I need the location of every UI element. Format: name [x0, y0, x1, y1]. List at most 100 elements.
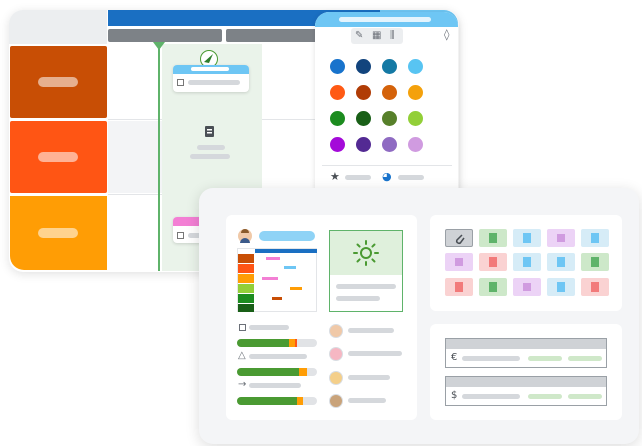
cost-table-2: $ [445, 376, 607, 406]
metric-2-label [249, 354, 307, 359]
task-card-1-checkbox[interactable] [177, 79, 184, 86]
cost-table-1-header [446, 339, 606, 349]
pie-chart-icon[interactable]: ◕ [382, 171, 392, 182]
paint-bucket-icon[interactable]: ✎ [355, 31, 363, 41]
swatch-indigo[interactable] [356, 137, 371, 152]
progress-bar-2 [237, 368, 317, 376]
task-card-1[interactable] [173, 65, 249, 92]
row-label-1[interactable] [10, 46, 107, 118]
swatch-lime[interactable] [408, 111, 423, 126]
cost-1-label [462, 356, 520, 361]
drop-icon[interactable]: ◊ [444, 29, 449, 40]
palette-footer-divider [322, 165, 452, 166]
file-tile-blue-1[interactable] [513, 229, 541, 247]
swatch-amber[interactable] [408, 85, 423, 100]
user-avatar [238, 229, 252, 243]
mini-gantt-header [255, 249, 317, 253]
cost-2-value-b [568, 394, 602, 399]
swatch-forest[interactable] [356, 111, 371, 126]
triangle-marker-icon[interactable] [153, 42, 165, 50]
row-label-3[interactable] [10, 196, 107, 270]
mini-gantt-row-5 [238, 294, 254, 303]
arrow-icon: → [238, 379, 247, 390]
progress-bar-2-orange [299, 368, 307, 376]
swatch-blue[interactable] [330, 59, 345, 74]
star-label-placeholder [345, 175, 371, 180]
file-tile-purple-1[interactable] [547, 229, 575, 247]
file-tile-red-2[interactable] [445, 278, 473, 296]
member-avatar-4 [329, 394, 343, 408]
cost-table-1: € [445, 338, 607, 368]
today-line [158, 44, 160, 271]
row-2-tint [108, 121, 162, 193]
mini-gantt-row-2 [238, 264, 254, 273]
file-tile-green-1[interactable] [479, 229, 507, 247]
paperclip-icon [455, 234, 465, 245]
weather-line-1 [336, 284, 396, 289]
file-tile-red-3[interactable] [581, 278, 609, 296]
mini-gantt-task-5 [272, 297, 282, 300]
swatch-sky[interactable] [408, 59, 423, 74]
mini-gantt-row-3 [238, 274, 254, 283]
swatch-lilac[interactable] [408, 137, 423, 152]
mini-gantt-task-2 [284, 266, 296, 269]
file-tile-green-3[interactable] [479, 278, 507, 296]
file-tile-blue-5[interactable] [547, 278, 575, 296]
weather-widget[interactable] [329, 230, 403, 312]
swatch-burnt[interactable] [382, 85, 397, 100]
file-icon [557, 257, 565, 267]
swatch-navy[interactable] [356, 59, 371, 74]
task-card-3-checkbox[interactable] [177, 232, 184, 239]
cost-2-label [462, 394, 520, 399]
swatch-lavender[interactable] [382, 137, 397, 152]
timeline-period-1[interactable] [108, 29, 222, 42]
euro-icon: € [451, 352, 458, 363]
file-tile-green-2[interactable] [581, 253, 609, 271]
row-label-1-text-placeholder [38, 77, 78, 87]
qr-code-icon[interactable]: ▦ [372, 31, 381, 41]
file-tile-red-1[interactable] [479, 253, 507, 271]
timeline-period-2[interactable] [226, 29, 326, 42]
member-avatar-1 [329, 324, 343, 338]
mini-gantt-row-1 [238, 254, 254, 263]
file-icon [523, 257, 531, 267]
weather-line-2 [336, 296, 380, 301]
swatch-orange[interactable] [330, 85, 345, 100]
file-icon [557, 234, 565, 242]
file-tile-blue-2[interactable] [581, 229, 609, 247]
star-icon[interactable]: ★ [330, 171, 340, 182]
row-label-2[interactable] [10, 121, 107, 193]
file-icon [489, 257, 497, 267]
swatch-teal[interactable] [382, 59, 397, 74]
swatch-violet[interactable] [330, 137, 345, 152]
mini-gantt-thumbnail[interactable] [237, 248, 317, 312]
swatch-olive[interactable] [382, 111, 397, 126]
member-4-name [348, 398, 386, 403]
file-tile-purple-3[interactable] [513, 278, 541, 296]
mini-gantt-row-6 [238, 304, 254, 312]
checklist-icon [239, 324, 246, 331]
task-2-line-2 [190, 154, 230, 159]
column-icon[interactable]: ⫼ [390, 31, 395, 41]
mini-gantt-task-1 [266, 257, 280, 260]
file-tile-blue-3[interactable] [513, 253, 541, 271]
file-icon [455, 282, 463, 292]
mini-gantt-row-4 [238, 284, 254, 293]
swatch-green[interactable] [330, 111, 345, 126]
cost-2-value-a [528, 394, 562, 399]
file-tile-purple-2[interactable] [445, 253, 473, 271]
swatch-rust[interactable] [356, 85, 371, 100]
mini-gantt-task-3 [262, 277, 278, 280]
file-icon [591, 282, 599, 292]
pie-label-placeholder [398, 175, 424, 180]
file-icon [523, 233, 531, 243]
task-card-1-text-placeholder [188, 80, 240, 85]
member-2-name [348, 351, 402, 356]
metric-3-label [249, 383, 301, 388]
file-icon [591, 233, 599, 243]
member-avatar-2 [329, 347, 343, 361]
attachment-button[interactable] [445, 229, 473, 247]
file-tile-blue-4[interactable] [547, 253, 575, 271]
member-1-name [348, 328, 394, 333]
file-icon [591, 257, 599, 267]
